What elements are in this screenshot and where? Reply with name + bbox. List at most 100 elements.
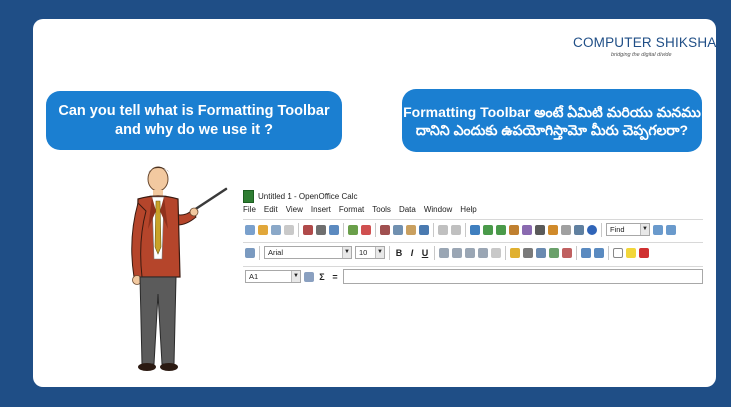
chevron-down-icon[interactable]: ▼ xyxy=(375,247,384,258)
find-replace-icon[interactable] xyxy=(535,224,545,235)
draw-functions-icon[interactable] xyxy=(522,224,532,235)
spellcheck-icon[interactable] xyxy=(348,224,358,235)
chart-icon[interactable] xyxy=(509,224,519,235)
font-name-select[interactable]: Arial ▼ xyxy=(264,246,352,259)
open-icon[interactable] xyxy=(258,224,268,235)
gallery-icon[interactable] xyxy=(561,224,571,235)
decrease-indent-icon[interactable] xyxy=(581,247,591,258)
cut-icon[interactable] xyxy=(380,224,390,235)
toolbar-separator xyxy=(433,222,434,237)
window-title: Untitled 1 - OpenOffice Calc xyxy=(258,191,358,201)
font-size-select[interactable]: 10 ▼ xyxy=(355,246,385,259)
align-center-icon[interactable] xyxy=(452,247,462,258)
formula-bar: A1 ▼ Σ = xyxy=(243,266,703,286)
borders-icon[interactable] xyxy=(613,247,623,258)
toolbar-separator xyxy=(505,245,506,260)
redo-icon[interactable] xyxy=(451,224,461,235)
email-icon[interactable] xyxy=(284,224,294,235)
merge-cells-icon[interactable] xyxy=(491,247,501,258)
menu-tools[interactable]: Tools xyxy=(372,205,391,217)
chevron-down-icon[interactable]: ▼ xyxy=(342,247,351,258)
calc-app-icon xyxy=(243,189,254,203)
logo-text: COMPUTER SHIKSHA xyxy=(573,35,716,50)
standard-format-icon[interactable] xyxy=(536,247,546,258)
openoffice-calc-window: Untitled 1 - OpenOffice Calc File Edit V… xyxy=(243,189,703,299)
chevron-down-icon[interactable]: ▼ xyxy=(640,224,649,235)
find-previous-icon[interactable] xyxy=(666,224,676,235)
menu-view[interactable]: View xyxy=(286,205,303,217)
find-next-icon[interactable] xyxy=(653,224,663,235)
styles-formatting-icon[interactable] xyxy=(245,247,255,258)
find-input[interactable]: Find ▼ xyxy=(606,223,650,236)
name-box[interactable]: A1 ▼ xyxy=(245,270,301,283)
toolbar-separator xyxy=(298,222,299,237)
find-placeholder: Find xyxy=(610,225,625,234)
slide: COMPUTER SHIKSHA bridging the digital di… xyxy=(33,19,716,387)
standard-toolbar: Find ▼ xyxy=(243,219,703,239)
navigator-icon[interactable] xyxy=(548,224,558,235)
currency-format-icon[interactable] xyxy=(510,247,520,258)
toolbar-separator xyxy=(608,245,609,260)
add-decimal-icon[interactable] xyxy=(549,247,559,258)
export-pdf-icon[interactable] xyxy=(303,224,313,235)
menu-insert[interactable]: Insert xyxy=(311,205,331,217)
copy-icon[interactable] xyxy=(393,224,403,235)
telugu-question-text: Formatting Toolbar అంటే ఏమిటి మరియు మనము… xyxy=(403,103,701,138)
increase-indent-icon[interactable] xyxy=(594,247,604,258)
window-titlebar: Untitled 1 - OpenOffice Calc xyxy=(243,189,357,203)
paste-icon[interactable] xyxy=(406,224,416,235)
function-wizard-icon[interactable] xyxy=(304,271,314,282)
cell-reference: A1 xyxy=(249,272,259,281)
telugu-question-bubble: Formatting Toolbar అంటే ఏమిటి మరియు మనము… xyxy=(402,89,702,152)
print-icon[interactable] xyxy=(316,224,326,235)
page-preview-icon[interactable] xyxy=(329,224,339,235)
menu-data[interactable]: Data xyxy=(399,205,416,217)
zoom-icon[interactable] xyxy=(574,224,584,235)
undo-icon[interactable] xyxy=(438,224,448,235)
font-name-value: Arial xyxy=(268,248,284,257)
english-question-bubble: Can you tell what is Formatting Toolbar … xyxy=(46,91,342,150)
menu-file[interactable]: File xyxy=(243,205,256,217)
delete-decimal-icon[interactable] xyxy=(562,247,572,258)
toolbar-separator xyxy=(434,245,435,260)
english-question-text: Can you tell what is Formatting Toolbar … xyxy=(58,102,330,138)
menu-window[interactable]: Window xyxy=(424,205,452,217)
toolbar-separator xyxy=(601,222,602,237)
percent-format-icon[interactable] xyxy=(523,247,533,258)
toolbar-separator xyxy=(375,222,376,237)
toolbar-separator xyxy=(343,222,344,237)
toolbar-separator xyxy=(389,245,390,260)
justify-icon[interactable] xyxy=(478,247,488,258)
underline-button[interactable]: U xyxy=(420,248,430,258)
teacher-illustration xyxy=(131,166,228,371)
function-button[interactable]: = xyxy=(330,272,340,282)
toolbar-separator xyxy=(259,245,260,260)
font-color-icon[interactable] xyxy=(639,247,649,258)
font-size-value: 10 xyxy=(359,248,368,257)
italic-button[interactable]: I xyxy=(407,248,417,258)
sum-button[interactable]: Σ xyxy=(317,272,327,282)
logo-tagline: bridging the digital divide xyxy=(611,52,672,58)
formatting-toolbar: Arial ▼ 10 ▼ B I U xyxy=(243,242,703,262)
menu-format[interactable]: Format xyxy=(339,205,364,217)
formula-input[interactable] xyxy=(343,269,703,284)
chevron-down-icon[interactable]: ▼ xyxy=(291,271,300,282)
align-left-icon[interactable] xyxy=(439,247,449,258)
hyperlink-icon[interactable] xyxy=(470,224,480,235)
menu-bar: File Edit View Insert Format Tools Data … xyxy=(243,205,477,217)
help-icon[interactable] xyxy=(587,224,597,235)
autospell-icon[interactable] xyxy=(361,224,371,235)
menu-edit[interactable]: Edit xyxy=(264,205,278,217)
align-right-icon[interactable] xyxy=(465,247,475,258)
menu-help[interactable]: Help xyxy=(460,205,476,217)
toolbar-separator xyxy=(576,245,577,260)
save-icon[interactable] xyxy=(271,224,281,235)
new-icon[interactable] xyxy=(245,224,255,235)
bold-button[interactable]: B xyxy=(394,248,404,258)
computer-shiksha-logo: COMPUTER SHIKSHA bridging the digital di… xyxy=(573,35,716,65)
sort-descending-icon[interactable] xyxy=(496,224,506,235)
background-color-icon[interactable] xyxy=(626,247,636,258)
format-paintbrush-icon[interactable] xyxy=(419,224,429,235)
sort-ascending-icon[interactable] xyxy=(483,224,493,235)
toolbar-separator xyxy=(465,222,466,237)
